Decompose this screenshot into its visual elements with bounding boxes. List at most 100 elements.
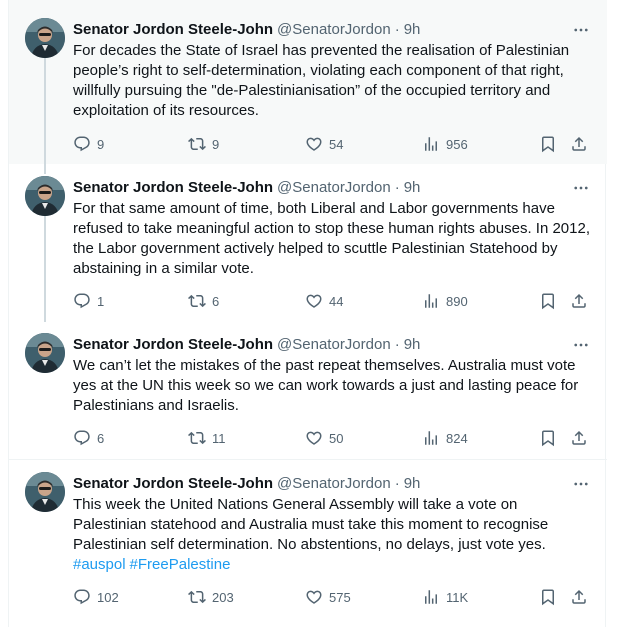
share-button[interactable] xyxy=(570,428,588,448)
tweet-body: Senator Jordon Steele-John @SenatorJordo… xyxy=(73,20,593,121)
tweet-timestamp[interactable]: 9h xyxy=(404,20,421,40)
bookmark-icon xyxy=(542,293,554,310)
views-chart-icon xyxy=(425,590,437,604)
reply-button[interactable]: 102 xyxy=(73,587,119,607)
thread-connector-line xyxy=(44,216,46,322)
thread-connector-line xyxy=(44,164,46,174)
tweet-timestamp[interactable]: 9h xyxy=(404,335,421,355)
share-button[interactable] xyxy=(570,291,588,311)
tweet[interactable]: Senator Jordon Steele-John @SenatorJordo… xyxy=(9,460,607,627)
hashtag-link[interactable]: #FreePalestine xyxy=(130,556,231,573)
author-name[interactable]: Senator Jordon Steele-John xyxy=(73,178,273,198)
share-button[interactable] xyxy=(570,587,588,607)
author-name[interactable]: Senator Jordon Steele-John xyxy=(73,335,273,355)
author-name[interactable]: Senator Jordon Steele-John xyxy=(73,474,273,494)
views-count: 890 xyxy=(446,293,468,309)
bookmark-icon xyxy=(542,136,554,153)
author-handle[interactable]: @SenatorJordon xyxy=(277,335,391,355)
views-count: 824 xyxy=(446,430,468,446)
tweet[interactable]: Senator Jordon Steele-John @SenatorJordo… xyxy=(9,322,607,460)
share-button[interactable] xyxy=(570,134,588,154)
retweet-button[interactable]: 11 xyxy=(188,428,226,448)
like-button[interactable]: 50 xyxy=(305,428,343,448)
tweet-timestamp[interactable]: 9h xyxy=(404,178,421,198)
hashtag-row: #auspol #FreePalestine xyxy=(73,555,593,575)
reply-button[interactable]: 1 xyxy=(73,291,104,311)
like-button[interactable]: 44 xyxy=(305,291,343,311)
tweet-body: Senator Jordon Steele-John @SenatorJordo… xyxy=(73,335,593,416)
reply-count: 102 xyxy=(97,589,119,605)
hashtag-link[interactable]: #auspol xyxy=(73,556,126,573)
share-icon xyxy=(572,430,586,445)
like-button[interactable]: 54 xyxy=(305,134,343,154)
retweet-button[interactable]: 203 xyxy=(188,587,234,607)
avatar[interactable] xyxy=(25,333,65,373)
separator-dot: · xyxy=(394,21,400,38)
share-icon xyxy=(572,293,586,308)
reply-count: 9 xyxy=(97,136,105,152)
tweet-actions: 9 9 54 956 xyxy=(73,134,593,154)
more-horizontal-icon[interactable] xyxy=(571,475,591,493)
tweet-actions: 1 6 44 890 xyxy=(73,291,593,311)
tweet-text: For that same amount of time, both Liber… xyxy=(73,200,595,277)
retweet-count: 11 xyxy=(212,430,226,446)
avatar[interactable] xyxy=(25,18,65,58)
author-handle[interactable]: @SenatorJordon xyxy=(277,20,391,40)
more-horizontal-icon[interactable] xyxy=(571,336,591,354)
more-horizontal-icon[interactable] xyxy=(571,21,591,39)
timeline: Senator Jordon Steele-John @SenatorJordo… xyxy=(8,0,607,627)
bookmark-button[interactable] xyxy=(539,134,557,154)
bookmark-button[interactable] xyxy=(539,428,557,448)
tweet[interactable]: Senator Jordon Steele-John @SenatorJordo… xyxy=(9,0,607,164)
reply-bubble-icon xyxy=(74,293,90,309)
retweet-button[interactable]: 9 xyxy=(188,134,219,154)
views-chart-icon xyxy=(425,294,437,308)
share-icon xyxy=(572,589,586,604)
author-handle[interactable]: @SenatorJordon xyxy=(277,474,391,494)
more-horizontal-icon[interactable] xyxy=(571,179,591,197)
retweet-button[interactable]: 6 xyxy=(188,291,219,311)
views-button[interactable]: 824 xyxy=(422,428,468,448)
tweet-header: Senator Jordon Steele-John @SenatorJordo… xyxy=(73,20,593,40)
tweet-header: Senator Jordon Steele-John @SenatorJordo… xyxy=(73,335,593,355)
bookmark-icon xyxy=(542,589,554,606)
reply-button[interactable]: 9 xyxy=(73,134,104,154)
views-count: 956 xyxy=(446,136,468,152)
heart-icon xyxy=(306,590,322,604)
retweet-icon xyxy=(188,590,206,604)
tweet-timestamp[interactable]: 9h xyxy=(404,474,421,494)
tweet-header: Senator Jordon Steele-John @SenatorJordo… xyxy=(73,474,593,494)
views-button[interactable]: 890 xyxy=(422,291,468,311)
reply-count: 1 xyxy=(97,293,105,309)
heart-icon xyxy=(306,137,322,151)
like-count: 54 xyxy=(329,136,344,152)
reply-bubble-icon xyxy=(74,589,90,605)
avatar[interactable] xyxy=(25,176,65,216)
tweet-text: We can’t let the mistakes of the past re… xyxy=(73,357,583,414)
share-icon xyxy=(572,136,586,151)
tweet-actions: 102 203 575 11K xyxy=(73,587,593,607)
views-chart-icon xyxy=(425,137,437,151)
retweet-icon xyxy=(188,137,206,151)
like-count: 575 xyxy=(329,589,351,605)
views-button[interactable]: 11K xyxy=(422,587,468,607)
author-handle[interactable]: @SenatorJordon xyxy=(277,178,391,198)
author-name[interactable]: Senator Jordon Steele-John xyxy=(73,20,273,40)
like-count: 44 xyxy=(329,293,344,309)
retweet-icon xyxy=(188,431,206,445)
bookmark-button[interactable] xyxy=(539,587,557,607)
avatar[interactable] xyxy=(25,472,65,512)
bookmark-icon xyxy=(542,430,554,447)
reply-bubble-icon xyxy=(74,136,90,152)
views-button[interactable]: 956 xyxy=(422,134,468,154)
like-button[interactable]: 575 xyxy=(305,587,351,607)
tweet-body: Senator Jordon Steele-John @SenatorJordo… xyxy=(73,178,593,279)
tweet[interactable]: Senator Jordon Steele-John @SenatorJordo… xyxy=(9,164,607,322)
bookmark-button[interactable] xyxy=(539,291,557,311)
separator-dot: · xyxy=(394,475,400,492)
heart-icon xyxy=(306,294,322,308)
tweet-body: Senator Jordon Steele-John @SenatorJordo… xyxy=(73,474,593,575)
views-chart-icon xyxy=(425,431,437,445)
reply-button[interactable]: 6 xyxy=(73,428,104,448)
heart-icon xyxy=(306,431,322,445)
